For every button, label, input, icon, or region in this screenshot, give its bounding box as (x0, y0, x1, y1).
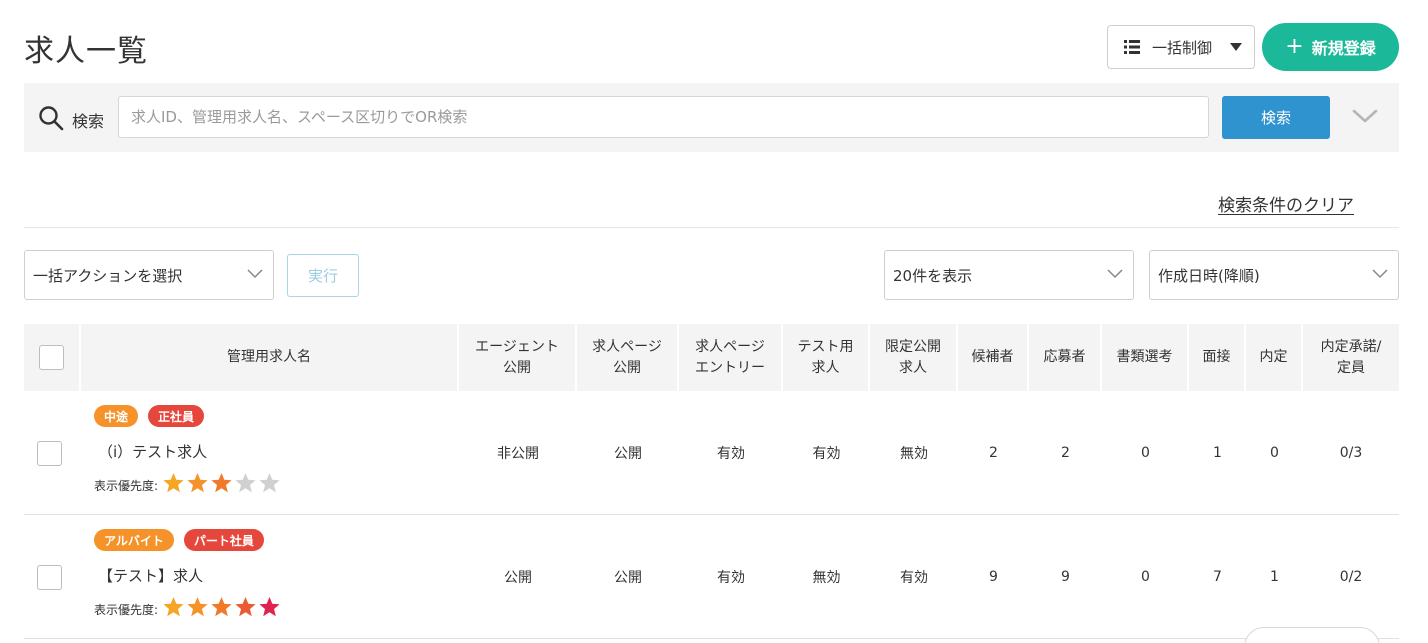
col-interview[interactable]: 面接 (1189, 324, 1246, 391)
col-entry[interactable]: 求人ページ エントリー (679, 324, 783, 391)
star-icon (163, 473, 184, 493)
header-checkbox-cell (24, 324, 81, 391)
per-page-value: 20件を表示 (893, 266, 973, 285)
job-name-cell: 中途 正社員 （i）テスト求人 表示優先度: (94, 405, 282, 498)
candidates-cell[interactable]: 9 (958, 515, 1029, 639)
job-name-cell: アルバイト パート社員 【テスト】求人 表示優先度: (94, 529, 282, 622)
table-row[interactable]: 中途 正社員 （i）テスト求人 表示優先度: 非公開 公開 有効 有効 無効 2… (24, 391, 1399, 515)
limited-cell: 有効 (900, 570, 928, 586)
bulk-action-value: 一括アクションを選択 (33, 266, 183, 285)
hire-type-badge: アルバイト (94, 529, 174, 551)
chevron-down-icon (247, 269, 263, 279)
clear-search-link[interactable]: 検索条件のクリア (1218, 191, 1354, 216)
entry-cell: 有効 (717, 570, 745, 586)
test-cell: 有効 (812, 446, 841, 462)
list-icon (1124, 40, 1140, 54)
job-name[interactable]: （i）テスト求人 (94, 441, 282, 462)
star-icon (163, 597, 184, 617)
bulk-control-label: 一括制御 (1152, 38, 1213, 57)
col-agent[interactable]: エージェント 公開 (459, 324, 577, 391)
interview-cell[interactable]: 7 (1189, 515, 1246, 639)
priority-rating: 表示優先度: (94, 472, 282, 498)
entry-cell: 有効 (717, 446, 745, 462)
job-name[interactable]: 【テスト】求人 (94, 565, 282, 586)
row-checkbox[interactable] (37, 441, 62, 466)
star-icon (211, 473, 232, 493)
chevron-down-icon (1107, 269, 1123, 279)
limited-cell: 無効 (900, 446, 928, 462)
bulk-action-select[interactable]: 一括アクションを選択 (24, 250, 274, 300)
offer-cell[interactable]: 0 (1246, 391, 1303, 515)
star-icon (187, 473, 208, 493)
employment-type-badge: パート社員 (183, 529, 264, 551)
star-icon (235, 597, 256, 617)
page-title: 求人一覧 (24, 34, 148, 69)
plus-icon: + (1285, 34, 1304, 59)
table-row[interactable]: アルバイト パート社員 【テスト】求人 表示優先度: 公開 公開 有効 無効 有… (24, 515, 1399, 639)
agent-cell: 公開 (504, 570, 532, 586)
execute-button[interactable]: 実行 (287, 254, 359, 297)
search-button[interactable]: 検索 (1222, 96, 1330, 139)
star-group (162, 472, 282, 498)
page-cell: 公開 (614, 570, 642, 586)
priority-rating: 表示優先度: (94, 596, 282, 622)
new-register-label: 新規登録 (1311, 39, 1376, 58)
col-candidates[interactable]: 候補者 (958, 324, 1029, 391)
star-group (162, 596, 282, 622)
test-cell: 無効 (812, 570, 841, 586)
screening-cell[interactable]: 0 (1102, 391, 1189, 515)
agent-cell: 非公開 (497, 446, 539, 462)
star-icon (259, 597, 280, 617)
page-cell: 公開 (614, 446, 642, 462)
badge-group: アルバイト パート社員 (94, 529, 282, 551)
interview-cell[interactable]: 1 (1189, 391, 1246, 515)
new-register-button[interactable]: + 新規登録 (1262, 23, 1399, 71)
star-icon (187, 597, 208, 617)
priority-label: 表示優先度: (94, 478, 159, 493)
accepted-cell: 0/3 (1339, 445, 1363, 461)
col-screening[interactable]: 書類選考 (1102, 324, 1189, 391)
candidates-cell[interactable]: 2 (958, 391, 1029, 515)
star-icon (211, 597, 232, 617)
star-icon (259, 473, 280, 493)
col-offer[interactable]: 内定 (1246, 324, 1303, 391)
table-header: 管理用求人名 エージェント 公開 求人ページ 公開 求人ページ エントリー テス… (24, 324, 1399, 391)
screening-cell[interactable]: 0 (1102, 515, 1189, 639)
search-bar: 検索 検索 (24, 83, 1399, 152)
row-checkbox[interactable] (37, 565, 62, 590)
col-name[interactable]: 管理用求人名 (81, 324, 459, 391)
applicants-cell[interactable]: 2 (1029, 391, 1102, 515)
col-applicants[interactable]: 応募者 (1029, 324, 1102, 391)
star-icon (235, 473, 256, 493)
employment-type-badge: 正社員 (148, 405, 205, 427)
jobs-table: 管理用求人名 エージェント 公開 求人ページ 公開 求人ページ エントリー テス… (24, 324, 1399, 639)
chevron-down-icon (1372, 269, 1388, 279)
accepted-cell: 0/2 (1339, 569, 1363, 585)
sort-value: 作成日時(降順) (1158, 266, 1260, 285)
bulk-control-button[interactable]: 一括制御 (1107, 25, 1255, 69)
scroll-to-top-button[interactable] (1244, 627, 1380, 643)
chevron-down-icon[interactable] (1352, 107, 1378, 125)
badge-group: 中途 正社員 (94, 405, 282, 427)
hire-type-badge: 中途 (94, 405, 139, 427)
col-page[interactable]: 求人ページ 公開 (577, 324, 679, 391)
priority-label: 表示優先度: (94, 602, 159, 617)
sort-select[interactable]: 作成日時(降順) (1149, 250, 1399, 300)
select-all-checkbox[interactable] (39, 345, 64, 370)
search-label: 検索 (72, 112, 105, 131)
col-accepted[interactable]: 内定承諾/ 定員 (1303, 324, 1399, 391)
caret-down-icon (1230, 43, 1242, 51)
per-page-select[interactable]: 20件を表示 (884, 250, 1134, 300)
search-icon (39, 106, 64, 131)
search-input[interactable] (118, 96, 1209, 138)
col-limited[interactable]: 限定公開 求人 (870, 324, 958, 391)
applicants-cell[interactable]: 9 (1029, 515, 1102, 639)
divider (24, 227, 1399, 228)
offer-cell[interactable]: 1 (1246, 515, 1303, 639)
col-test[interactable]: テスト用 求人 (783, 324, 870, 391)
